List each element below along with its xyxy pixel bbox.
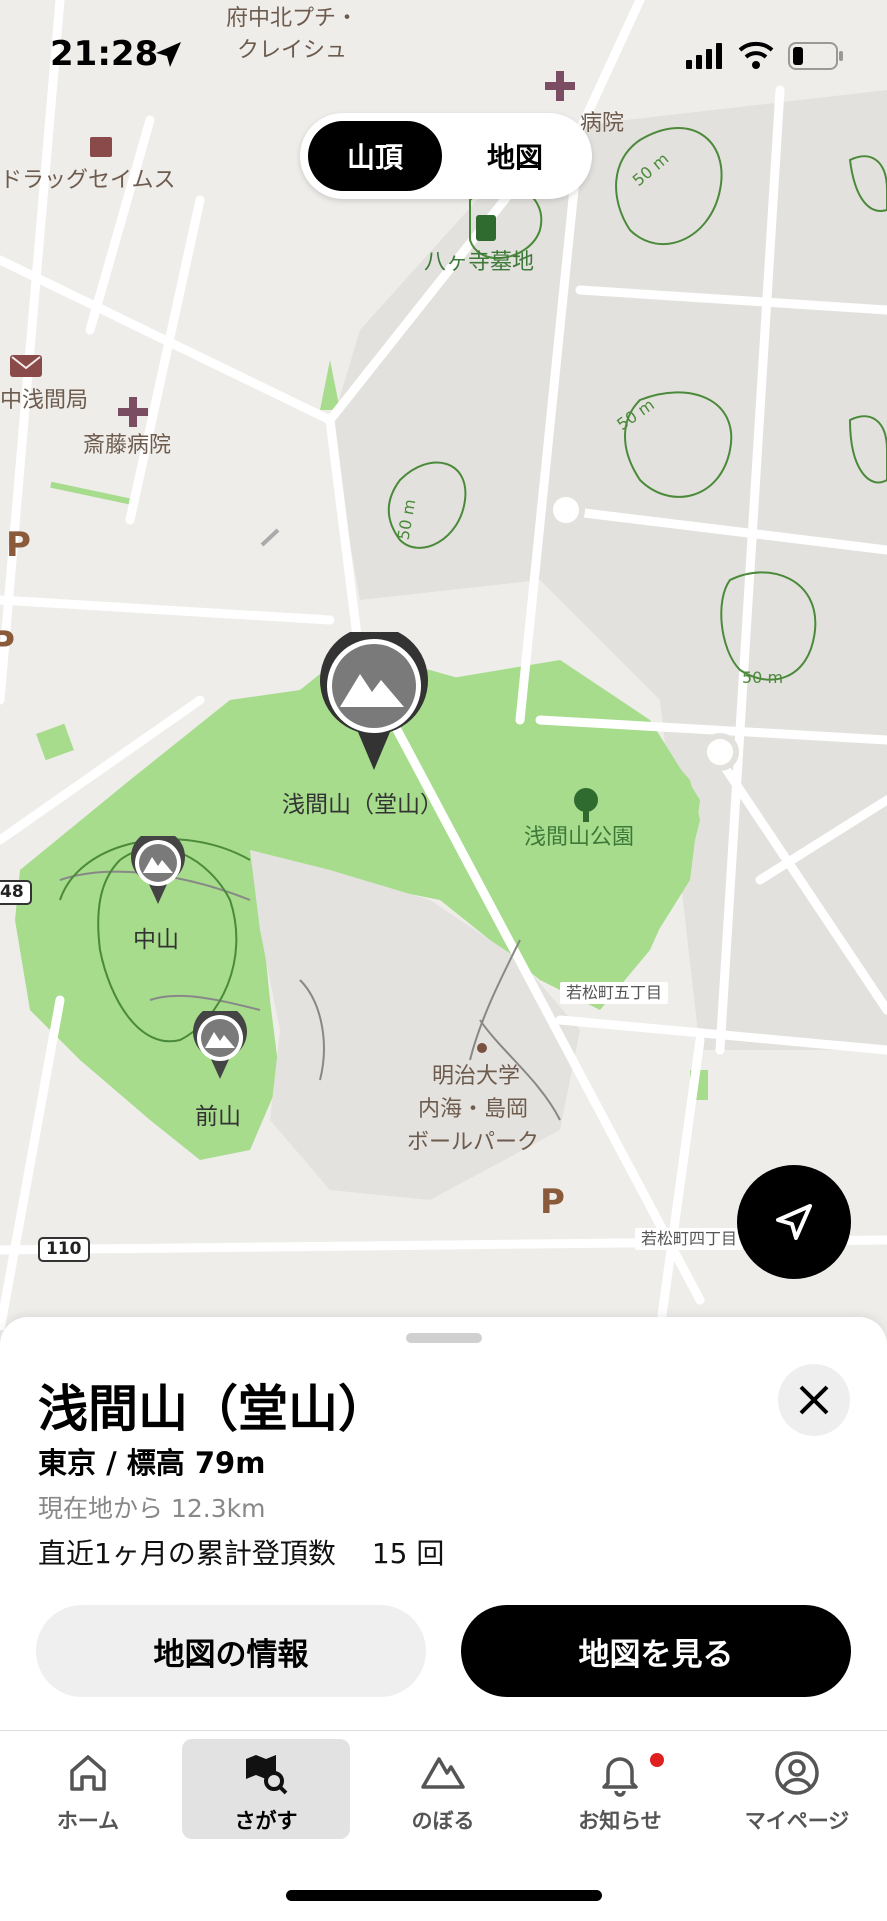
segment-map[interactable]: 地図 — [448, 121, 582, 191]
peak-title: 浅間山（堂山） — [38, 1380, 388, 1438]
map-label-saito-hospital: 斎藤病院 — [83, 433, 172, 458]
current-location-button[interactable] — [737, 1165, 851, 1279]
contour-label: 50 m — [742, 668, 784, 687]
close-icon — [799, 1385, 829, 1415]
navigation-arrow-icon — [776, 1204, 812, 1240]
map-view[interactable]: 府中北プチ・ クレイシュ 病院 ドラッグセイムス 八ヶ寺墓地 中浅間局 斎藤病院… — [0, 0, 887, 1330]
status-time: 21:28 — [50, 34, 159, 74]
map-label-meiji-2: 内海・島岡 — [418, 1097, 529, 1122]
tab-label: のぼる — [411, 1809, 475, 1833]
segment-summit[interactable]: 山頂 — [308, 121, 442, 191]
user-icon — [775, 1751, 819, 1795]
mountain-pin-icon — [131, 836, 185, 904]
home-indicator — [286, 1890, 602, 1901]
map-label-cemetery: 八ヶ寺墓地 — [424, 250, 535, 275]
tab-label: ホーム — [56, 1809, 120, 1833]
parking-icon: P — [540, 1182, 565, 1222]
parking-icon: P — [6, 525, 31, 565]
tab-label: さがす — [234, 1809, 298, 1833]
mountain-pin-icon — [193, 1011, 247, 1079]
notification-badge — [650, 1753, 664, 1767]
peak-subtitle: 東京 / 標高 79m — [38, 1446, 266, 1480]
mountain-icon — [421, 1757, 465, 1789]
tab-climb[interactable]: のぼる — [359, 1739, 527, 1839]
road-shield-48: 48 — [0, 880, 32, 905]
battery-icon — [788, 42, 843, 70]
road-shield-110: 110 — [38, 1237, 90, 1262]
street-sign-wakamatsu5: 若松町五丁目 — [560, 982, 669, 1004]
map-label-drugstore: ドラッグセイムス — [0, 168, 176, 193]
map-label-park: 浅間山公園 — [524, 825, 635, 850]
map-label-hospital: 病院 — [580, 111, 625, 136]
mountain-pin-icon — [320, 632, 428, 770]
map-search-icon — [246, 1755, 288, 1795]
tab-label: お知らせ — [578, 1809, 662, 1833]
map-label-meiji-3: ボールパーク — [407, 1130, 540, 1155]
map-label-post-office: 中浅間局 — [0, 388, 89, 413]
home-icon — [70, 1755, 106, 1791]
peak-distance: 現在地から 12.3km — [38, 1494, 266, 1523]
tab-home[interactable]: ホーム — [4, 1739, 172, 1839]
mode-segment-control[interactable]: 山頂 地図 — [300, 113, 592, 199]
tab-notifications[interactable]: お知らせ — [536, 1739, 704, 1839]
summit-count: 15 回 — [371, 1537, 445, 1570]
location-arrow-icon — [156, 42, 181, 67]
peak-label-sengenyama: 浅間山（堂山） — [282, 792, 443, 818]
wifi-icon — [738, 41, 774, 69]
map-info-button[interactable]: 地図の情報 — [36, 1605, 426, 1697]
bell-icon — [602, 1757, 638, 1797]
map-label-meiji-1: 明治大学 — [432, 1064, 521, 1089]
tab-label: マイページ — [744, 1809, 850, 1833]
parking-icon: P — [0, 624, 15, 664]
sheet-drag-handle[interactable] — [406, 1333, 482, 1343]
cellular-signal-icon — [686, 43, 722, 69]
summit-label: 直近1ヶ月の累計登頂数 — [38, 1537, 336, 1570]
close-button[interactable] — [778, 1364, 850, 1436]
status-bar: 21:28 — [0, 0, 887, 100]
peak-label-nakayama: 中山 — [133, 927, 179, 953]
tab-mypage[interactable]: マイページ — [713, 1739, 881, 1839]
peak-label-maeyama: 前山 — [195, 1104, 241, 1130]
view-map-button[interactable]: 地図を見る — [461, 1605, 851, 1697]
summit-stats: 直近1ヶ月の累計登頂数 15 回 — [38, 1532, 444, 1572]
street-sign-wakamatsu4: 若松町四丁目 — [635, 1228, 744, 1250]
tab-search[interactable]: さがす — [182, 1739, 350, 1839]
